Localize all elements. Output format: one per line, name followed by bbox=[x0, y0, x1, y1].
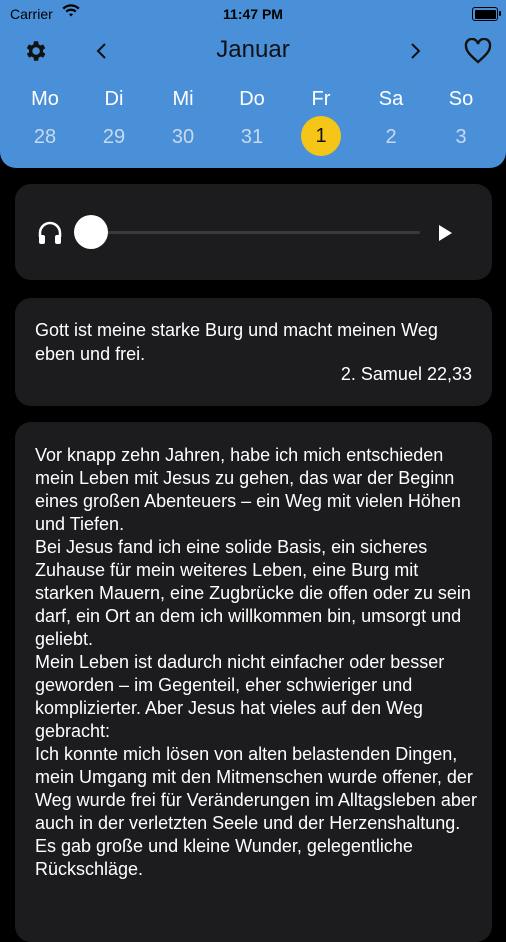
calendar-header: Carrier 11:47 PM Januar Mo 28 Di 29 Mi 30 Do 31… bbox=[0, 0, 506, 168]
chevron-right-icon[interactable] bbox=[403, 36, 429, 66]
verse-card: Gott ist meine starke Burg und macht mei… bbox=[15, 298, 492, 406]
day-number-1[interactable]: 29 bbox=[84, 126, 144, 149]
day-name-3: Do bbox=[239, 88, 265, 110]
month-title: Januar bbox=[216, 36, 290, 63]
play-icon[interactable] bbox=[430, 218, 460, 248]
day-name-4: Fr bbox=[311, 88, 331, 110]
audio-progress-track[interactable] bbox=[90, 231, 420, 234]
day-number-5[interactable]: 2 bbox=[361, 126, 421, 149]
verse-reference: 2. Samuel 22,33 bbox=[340, 364, 472, 384]
status-time: 11:47 PM bbox=[223, 6, 283, 22]
day-name-6: So bbox=[448, 88, 474, 110]
battery-icon bbox=[472, 7, 501, 21]
day-name-2: Mi bbox=[172, 88, 194, 110]
day-number-6[interactable]: 3 bbox=[431, 126, 491, 149]
day-number-3[interactable]: 31 bbox=[222, 126, 282, 149]
audio-progress-knob[interactable] bbox=[74, 215, 108, 249]
heart-icon[interactable] bbox=[462, 35, 494, 67]
day-name-5: Sa bbox=[378, 88, 404, 110]
devotion-card: Vor knapp zehn Jahren, habe ich mich ent… bbox=[15, 422, 492, 942]
day-number-selected[interactable]: 1 bbox=[301, 116, 341, 156]
month-navigation: Januar bbox=[0, 32, 506, 68]
day-number-0[interactable]: 28 bbox=[15, 126, 75, 149]
verse-text: Gott ist meine starke Burg und macht mei… bbox=[35, 320, 438, 364]
status-bar: Carrier 11:47 PM bbox=[0, 0, 506, 28]
day-number-2[interactable]: 30 bbox=[153, 126, 213, 149]
day-name-0: Mo bbox=[31, 88, 59, 110]
headphones-icon bbox=[35, 218, 65, 248]
devotion-text: Vor knapp zehn Jahren, habe ich mich ent… bbox=[35, 445, 477, 879]
day-name-1: Di bbox=[104, 88, 124, 110]
